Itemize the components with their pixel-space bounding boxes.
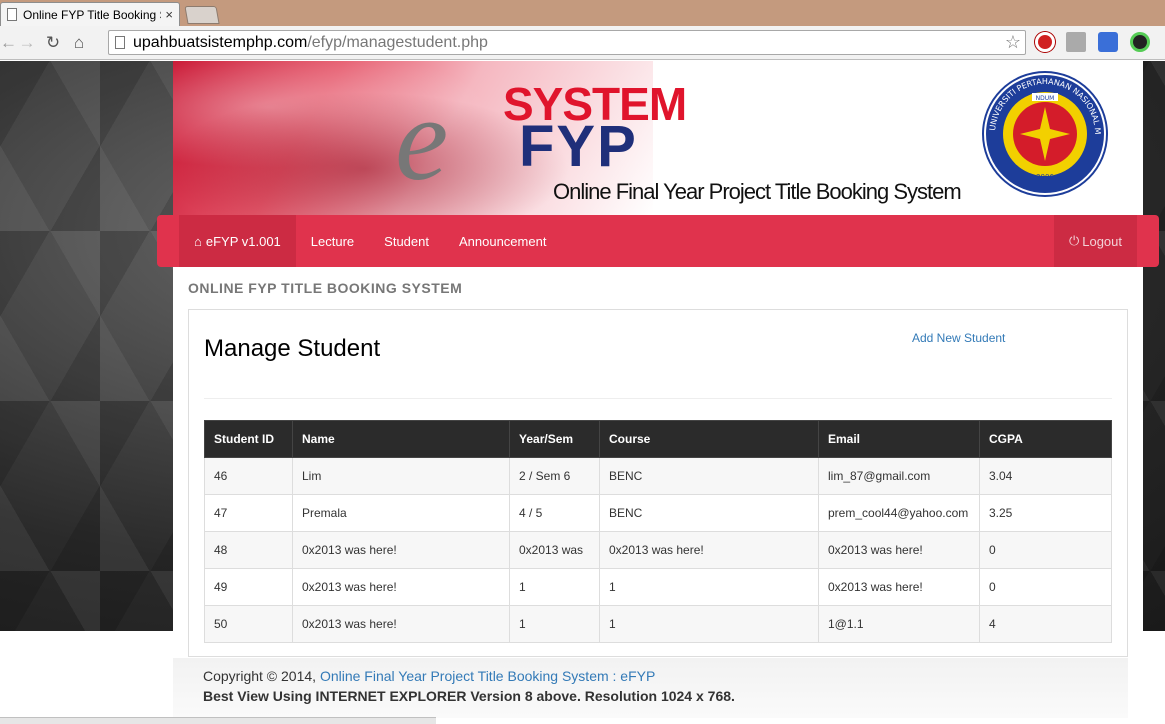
power-icon: ⏻ (1068, 233, 1080, 248)
seal-year-text: 2006 (1036, 173, 1054, 181)
table-header-row: Student ID Name Year/Sem Course Email CG… (204, 420, 1112, 458)
nav-item-student[interactable]: Student (369, 215, 444, 267)
table-row: 48 0x2013 was here! 0x2013 was 0x2013 wa… (204, 531, 1112, 569)
table-row: 47 Premala 4 / 5 BENC prem_cool44@yahoo.… (204, 494, 1112, 532)
copyright-line: Copyright © 2014, Online Final Year Proj… (203, 668, 1098, 684)
cell-cgpa: 3.25 (979, 494, 1112, 532)
nav-brand-label: eFYP v1.001 (205, 233, 281, 249)
page-icon (7, 8, 17, 21)
cell-student-id: 46 (204, 457, 293, 495)
forward-arrow-icon[interactable]: → (14, 33, 40, 53)
cell-name: 0x2013 was here! (292, 605, 510, 643)
nav-item-announcement[interactable]: Announcement (444, 215, 561, 267)
footer-system-link[interactable]: Online Final Year Project Title Booking … (320, 668, 655, 684)
university-seal-logo: NDUM 2006 UNIVERSITI PERTAHANAN NASIONAL… (980, 69, 1108, 197)
address-bar[interactable]: upahbuatsistemphp.com/efyp/managestudent… (108, 30, 1026, 55)
table-row: 46 Lim 2 / Sem 6 BENC lim_87@gmail.com 3… (204, 457, 1112, 495)
browser-tab[interactable]: Online FYP Title Booking System × (0, 2, 180, 26)
reload-icon[interactable]: ↻ (40, 33, 66, 53)
url-host: upahbuatsistemphp.com (133, 33, 308, 51)
cell-name: 0x2013 was here! (292, 531, 510, 569)
column-header-course: Course (599, 420, 819, 458)
cell-email: 0x2013 was here! (818, 531, 980, 569)
add-new-student-link[interactable]: Add New Student (912, 331, 1005, 345)
close-tab-icon[interactable]: × (165, 7, 173, 22)
cell-email: prem_cool44@yahoo.com (818, 494, 980, 532)
column-header-student-id: Student ID (204, 420, 293, 458)
column-header-cgpa: CGPA (979, 420, 1112, 458)
camera-extension-icon[interactable] (1130, 32, 1150, 52)
download-arrow-extension-icon[interactable] (1098, 32, 1118, 52)
cell-cgpa: 4 (979, 605, 1112, 643)
cell-email: 1@1.1 (818, 605, 980, 643)
page-footer: Copyright © 2014, Online Final Year Proj… (173, 658, 1128, 718)
seal-badge-text: NDUM (1036, 95, 1055, 102)
cell-year-sem: 2 / Sem 6 (509, 457, 600, 495)
manage-student-panel: Manage Student Add New Student Student I… (188, 309, 1128, 657)
table-row: 50 0x2013 was here! 1 1 1@1.1 4 (204, 605, 1112, 643)
nav-item-lecture[interactable]: Lecture (296, 215, 369, 267)
cell-name: Lim (292, 457, 510, 495)
cell-year-sem: 1 (509, 605, 600, 643)
student-table: Student ID Name Year/Sem Course Email CG… (204, 420, 1112, 643)
cell-student-id: 48 (204, 531, 293, 569)
url-path: /efyp/managestudent.php (307, 33, 488, 51)
browser-status-bar (0, 717, 436, 724)
download-extension-icon[interactable] (1066, 32, 1086, 52)
browser-tab-strip: Online FYP Title Booking System × (0, 0, 1165, 26)
cell-course: 0x2013 was here! (599, 531, 819, 569)
cell-cgpa: 3.04 (979, 457, 1112, 495)
cell-student-id: 49 (204, 568, 293, 606)
browser-note: Best View Using INTERNET EXPLORER Versio… (203, 688, 735, 704)
column-header-email: Email (818, 420, 980, 458)
logout-label: Logout (1082, 233, 1122, 249)
cell-course: 1 (599, 568, 819, 606)
page-title: Manage Student (204, 335, 381, 362)
logo-tagline: Online Final Year Project Title Booking … (553, 179, 962, 204)
table-row: 49 0x2013 was here! 1 1 0x2013 was here!… (204, 568, 1112, 606)
home-icon: ⌂ (194, 233, 202, 249)
cell-name: Premala (292, 494, 510, 532)
cell-name: 0x2013 was here! (292, 568, 510, 606)
main-navbar: ⌂ eFYP v1.001 Lecture Student Announceme… (157, 215, 1159, 267)
cell-course: 1 (599, 605, 819, 643)
back-arrow-icon[interactable]: ← (0, 33, 17, 53)
cell-email: 0x2013 was here! (818, 568, 980, 606)
cell-year-sem: 4 / 5 (509, 494, 600, 532)
logout-button[interactable]: ⏻ Logout (1053, 215, 1137, 267)
tab-title: Online FYP Title Booking System (23, 7, 161, 22)
logo-e: e (395, 72, 449, 205)
cell-course: BENC (599, 494, 819, 532)
cell-student-id: 47 (204, 494, 293, 532)
divider (204, 398, 1112, 399)
bookmark-star-icon[interactable]: ☆ (1005, 32, 1021, 53)
header-banner: e SYSTEM FYP Online Final Year Project T… (173, 61, 1143, 215)
section-title: ONLINE FYP TITLE BOOKING SYSTEM (188, 280, 463, 296)
cell-email: lim_87@gmail.com (818, 457, 980, 495)
cell-cgpa: 0 (979, 531, 1112, 569)
page-icon (115, 36, 125, 49)
cell-year-sem: 0x2013 was (509, 531, 600, 569)
cell-student-id: 50 (204, 605, 293, 643)
home-icon[interactable]: ⌂ (66, 33, 92, 53)
logo-fyp: FYP (519, 114, 638, 179)
nav-brand[interactable]: ⌂ eFYP v1.001 (179, 215, 296, 267)
adblock-extension-icon[interactable] (1035, 32, 1055, 52)
copyright-text: Copyright © 2014, (203, 668, 317, 684)
cell-cgpa: 0 (979, 568, 1112, 606)
cell-course: BENC (599, 457, 819, 495)
browser-toolbar: ← → ↻ ⌂ upahbuatsistemphp.com/efyp/manag… (0, 26, 1165, 60)
cell-year-sem: 1 (509, 568, 600, 606)
column-header-year-sem: Year/Sem (509, 420, 600, 458)
new-tab-button[interactable] (184, 6, 220, 24)
column-header-name: Name (292, 420, 510, 458)
